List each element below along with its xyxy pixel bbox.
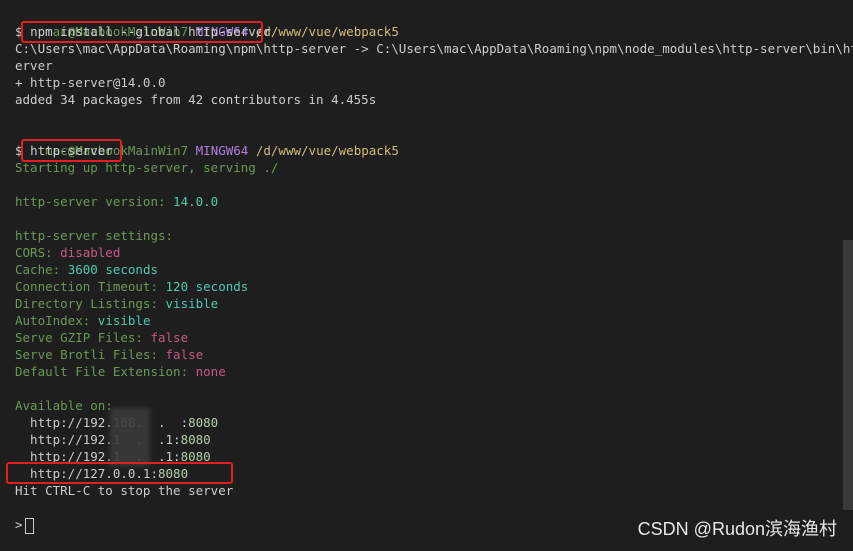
setting-row: AutoIndex: visible <box>15 312 150 329</box>
setting-row: Default File Extension: none <box>15 363 226 380</box>
setting-value: visible <box>97 313 151 328</box>
scrollbar[interactable] <box>843 240 853 510</box>
input-prompt[interactable]: > <box>15 516 34 534</box>
setting-key: Cache: <box>15 262 68 277</box>
setting-value: false <box>150 330 189 345</box>
watermark: CSDN @Rudon滨海渔村 <box>637 519 837 539</box>
setting-row: CORS: disabled <box>15 244 120 261</box>
prompt-path: /d/www/vue/webpack5 <box>255 143 399 158</box>
version-label: http-server version: <box>15 194 174 209</box>
setting-key: CORS: <box>15 245 61 260</box>
starting-line: Starting up http-server, serving ./ <box>15 160 279 175</box>
setting-row: Connection Timeout: 120 seconds <box>15 278 248 295</box>
version-value: 14.0.0 <box>173 194 219 209</box>
url-host: http://192.168. . <box>15 415 181 430</box>
setting-key: Default File Extension: <box>15 364 196 379</box>
output-line: + http-server@14.0.0 <box>15 75 166 90</box>
url-port: 8080 <box>188 415 219 430</box>
setting-value: visible <box>165 296 219 311</box>
setting-value: 3600 seconds <box>67 262 158 277</box>
stop-hint: Hit CTRL-C to stop the server <box>15 483 234 498</box>
setting-key: Directory Listings: <box>15 296 166 311</box>
setting-row: Serve GZIP Files: false <box>15 329 188 346</box>
version-line: http-server version: 14.0.0 <box>15 193 218 210</box>
setting-row: Directory Listings: visible <box>15 295 218 312</box>
output-line: C:\Users\mac\AppData\Roaming\npm\http-se… <box>15 41 853 56</box>
setting-value: none <box>195 364 226 379</box>
setting-key: Connection Timeout: <box>15 279 166 294</box>
setting-key: AutoIndex: <box>15 313 98 328</box>
setting-row: Cache: 3600 seconds <box>15 261 158 278</box>
setting-value: disabled <box>60 245 121 260</box>
setting-key: Serve GZIP Files: <box>15 330 151 345</box>
settings-title: http-server settings: <box>15 228 174 243</box>
prompt-symbol: > <box>15 517 23 532</box>
setting-row: Serve Brotli Files: false <box>15 346 203 363</box>
setting-value: false <box>165 347 204 362</box>
url-port: 8080 <box>180 432 211 447</box>
terminal-window[interactable]: mac@MacbookMainWin7 MINGW64 /d/www/vue/w… <box>0 0 853 551</box>
highlight-box-localhost <box>6 462 233 484</box>
redaction-blur <box>110 408 150 466</box>
output-line: added 34 packages from 42 contributors i… <box>15 92 377 107</box>
output-line: erver <box>15 58 53 73</box>
prompt-shell: MINGW64 <box>195 143 249 158</box>
available-title: Available on: <box>15 398 113 413</box>
prompt-path: /d/www/vue/webpack5 <box>255 24 399 39</box>
setting-value: 120 seconds <box>165 279 249 294</box>
text-cursor <box>24 517 34 534</box>
setting-key: Serve Brotli Files: <box>15 347 166 362</box>
